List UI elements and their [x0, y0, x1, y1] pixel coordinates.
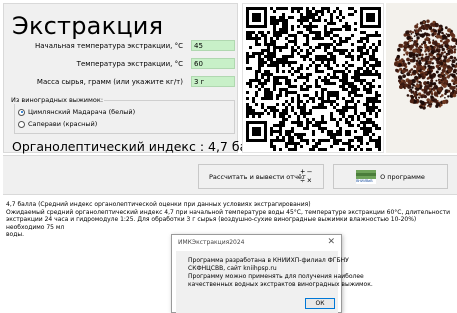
action-bar: Рассчитать и вывести отчёт + – ÷ × ВНИИВ…	[3, 155, 457, 195]
radio-checked[interactable]	[18, 108, 25, 116]
radio-unchecked[interactable]	[18, 120, 25, 128]
grape-option-white[interactable]: Цимлянский Мадарача (белый)	[18, 108, 135, 116]
organoleptic-index: Органолептический индекс : 4,7 балла	[12, 139, 271, 154]
about-label: О программе	[380, 172, 425, 181]
qr-code-icon	[246, 7, 381, 151]
grape-option-red-label: Саперави (красный)	[28, 120, 98, 128]
about-dialog: ИМКЭкстракция2024 ✕ Программа разработан…	[171, 234, 373, 313]
initial-temp-input[interactable]: 45	[191, 40, 235, 51]
dialog-body: Программа разработана в КНИИХП-филиал ФГ…	[176, 251, 373, 313]
grape-option-white-label: Цимлянский Мадарача (белый)	[28, 108, 136, 116]
page-title: Экстракция	[12, 12, 164, 40]
mass-label: Масса сырья, грамм (или укажите кг/т)	[36, 78, 183, 86]
grape-option-red[interactable]: Саперави (красный)	[18, 120, 97, 128]
institute-logo-icon: ВНИИВиВ	[356, 169, 377, 184]
dialog-line-3: Программу можно применять для получения …	[188, 273, 364, 280]
initial-temp-label: Начальная температура экстракции, °С	[35, 42, 183, 50]
extraction-form-panel: Экстракция Начальная температура экстрак…	[3, 3, 271, 154]
description-line-2: Ожидаемый средний органолептический инде…	[6, 208, 451, 216]
about-button[interactable]: ВНИИВиВ О программе	[333, 164, 448, 189]
calc-ops-bottom: ÷ ×	[300, 176, 312, 185]
ok-button[interactable]: ОК	[305, 298, 335, 309]
pomace-image-icon	[386, 3, 457, 153]
dialog-line-1: Программа разработана в КНИИХП-филиал ФГ…	[188, 257, 349, 264]
dialog-title: ИМКЭкстракция2024	[178, 239, 245, 246]
description-line-3: экстракции 24 часа и гидромодуле 1:25. Д…	[6, 216, 417, 231]
about-icon-caption: ВНИИВиВ	[356, 178, 373, 183]
dialog-line-4: качественных водных экстрактов виноградн…	[188, 281, 373, 288]
extraction-temp-input[interactable]: 60	[191, 58, 235, 69]
calculate-report-label: Рассчитать и вывести отчёт	[209, 172, 306, 181]
dialog-line-2: СКФНЦСВВ, сайт kniihpsp.ru	[188, 265, 277, 272]
extraction-temp-label: Температура экстракции, °С	[76, 60, 183, 68]
description-line-1: 4,7 балла (Средний индекс органолептичес…	[6, 201, 311, 208]
grape-pomace-photo	[386, 3, 457, 153]
close-icon[interactable]: ✕	[327, 236, 335, 247]
mass-input[interactable]: 3 г	[191, 76, 235, 87]
calculator-icon: + – ÷ ×	[297, 167, 315, 185]
calculate-report-button[interactable]: Рассчитать и вывести отчёт + – ÷ ×	[198, 164, 324, 189]
grape-group-box	[14, 100, 235, 134]
qr-code-panel	[242, 3, 384, 153]
grape-group-title: Из виноградных выжимок:	[10, 96, 105, 104]
calc-ops-top: + –	[300, 167, 312, 176]
